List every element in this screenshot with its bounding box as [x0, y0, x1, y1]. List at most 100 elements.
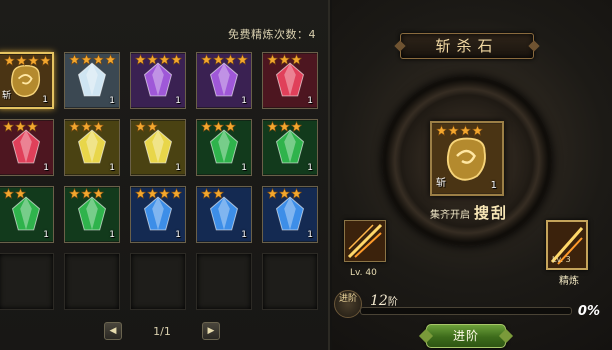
star-icon	[291, 54, 302, 65]
slash-icon	[345, 221, 385, 261]
progress-bar	[360, 307, 572, 315]
star-rating	[267, 121, 302, 133]
gem-slot-topaz[interactable]: 1	[64, 119, 120, 176]
gem-slot-emerald[interactable]: 1	[262, 119, 318, 176]
star-rating	[267, 54, 302, 66]
free-refine-count: 免费精炼次数：4	[228, 28, 316, 41]
star-icon	[201, 121, 212, 132]
star-icon	[81, 54, 92, 65]
star-icon	[225, 54, 236, 65]
page-indicator: 1/1	[153, 325, 171, 338]
selected-gem-slot[interactable]: 1斩	[430, 121, 504, 196]
item-count: 1	[307, 163, 313, 173]
gem-slot-sapphire[interactable]: 1	[130, 186, 186, 243]
star-icon	[3, 121, 14, 132]
gem-slot-emerald[interactable]: 1	[196, 119, 252, 176]
star-icon	[267, 121, 278, 132]
star-rating	[69, 54, 116, 66]
star-rating	[3, 188, 26, 200]
advance-button[interactable]: 进阶	[426, 324, 506, 348]
gem-slot-emerald[interactable]: 1	[64, 186, 120, 243]
star-icon	[15, 188, 26, 199]
star-icon	[448, 125, 459, 136]
star-rating	[135, 188, 182, 200]
star-icon	[267, 188, 278, 199]
item-count: 1	[42, 95, 48, 105]
star-icon	[201, 188, 212, 199]
star-icon	[81, 188, 92, 199]
star-icon	[40, 55, 51, 66]
star-rating	[201, 54, 248, 66]
star-icon	[15, 121, 26, 132]
empty-slot[interactable]	[130, 253, 186, 310]
star-icon	[3, 188, 14, 199]
item-count: 1	[307, 230, 313, 240]
star-icon	[81, 121, 92, 132]
gem-slot-ruby[interactable]: 1	[0, 119, 54, 176]
star-rating	[201, 121, 236, 133]
gem-slot-ruby[interactable]: 1	[262, 52, 318, 109]
star-icon	[16, 55, 27, 66]
progress-percent: 0%	[577, 304, 600, 319]
star-icon	[472, 125, 483, 136]
star-icon	[135, 188, 146, 199]
gather-unlock-label: 集齐开启 搜刮	[406, 202, 532, 223]
star-icon	[225, 121, 236, 132]
skill-icon-slot[interactable]	[344, 220, 386, 262]
star-rating	[135, 54, 182, 66]
gem-slot-emerald[interactable]: 1	[0, 186, 54, 243]
triangle-right-icon: ▶	[207, 326, 215, 336]
gem-slot-sapphire[interactable]: 1	[196, 186, 252, 243]
star-icon	[69, 121, 80, 132]
item-count: 1	[241, 163, 247, 173]
star-icon	[460, 125, 471, 136]
empty-slot[interactable]	[0, 253, 54, 310]
gem-slot-sapphire[interactable]: 1	[262, 186, 318, 243]
skill-level-right: Lv. 3	[552, 255, 571, 264]
item-count: 1	[109, 96, 115, 106]
item-count: 1	[307, 96, 313, 106]
gem-slot-amethyst[interactable]: 1	[130, 52, 186, 109]
star-icon	[279, 121, 290, 132]
item-count: 1	[43, 230, 49, 240]
item-count: 1	[109, 230, 115, 240]
item-count: 1	[43, 163, 49, 173]
star-icon	[237, 54, 248, 65]
star-rating	[69, 121, 104, 133]
star-icon	[147, 188, 158, 199]
star-icon	[279, 54, 290, 65]
item-count: 1	[241, 230, 247, 240]
refine-label: 精炼	[559, 276, 579, 287]
star-icon	[279, 188, 290, 199]
star-icon	[93, 188, 104, 199]
item-count: 1	[175, 96, 181, 106]
star-rating	[69, 188, 104, 200]
forge-title: 斩杀石	[400, 33, 534, 59]
star-icon	[69, 188, 80, 199]
empty-slot[interactable]	[262, 253, 318, 310]
star-icon	[93, 121, 104, 132]
star-icon	[159, 188, 170, 199]
gem-slot-topaz[interactable]: 1	[130, 119, 186, 176]
inventory-panel: 免费精炼次数：4 1斩11111111111111 ◀ 1/1 ▶	[0, 0, 330, 350]
star-icon	[201, 54, 212, 65]
triangle-left-icon: ◀	[109, 326, 117, 336]
gem-slot-gold-ore[interactable]: 1斩	[0, 52, 54, 109]
empty-slot[interactable]	[64, 253, 120, 310]
item-count: 1	[241, 96, 247, 106]
star-icon	[171, 54, 182, 65]
gem-slot-diamond[interactable]: 1	[64, 52, 120, 109]
star-rating	[135, 121, 158, 133]
gem-slot-amethyst[interactable]: 1	[196, 52, 252, 109]
next-page-button[interactable]: ▶	[202, 322, 220, 340]
refine-skill-slot[interactable]: Lv. 3	[546, 220, 588, 270]
pager: ◀ 1/1 ▶	[104, 322, 220, 342]
empty-slot[interactable]	[196, 253, 252, 310]
star-icon	[135, 54, 146, 65]
prev-page-button[interactable]: ◀	[104, 322, 122, 340]
skill-name: 搜刮	[473, 204, 508, 222]
star-rating	[436, 125, 483, 137]
item-count: 1	[175, 163, 181, 173]
item-count: 1	[490, 180, 497, 191]
star-icon	[93, 54, 104, 65]
